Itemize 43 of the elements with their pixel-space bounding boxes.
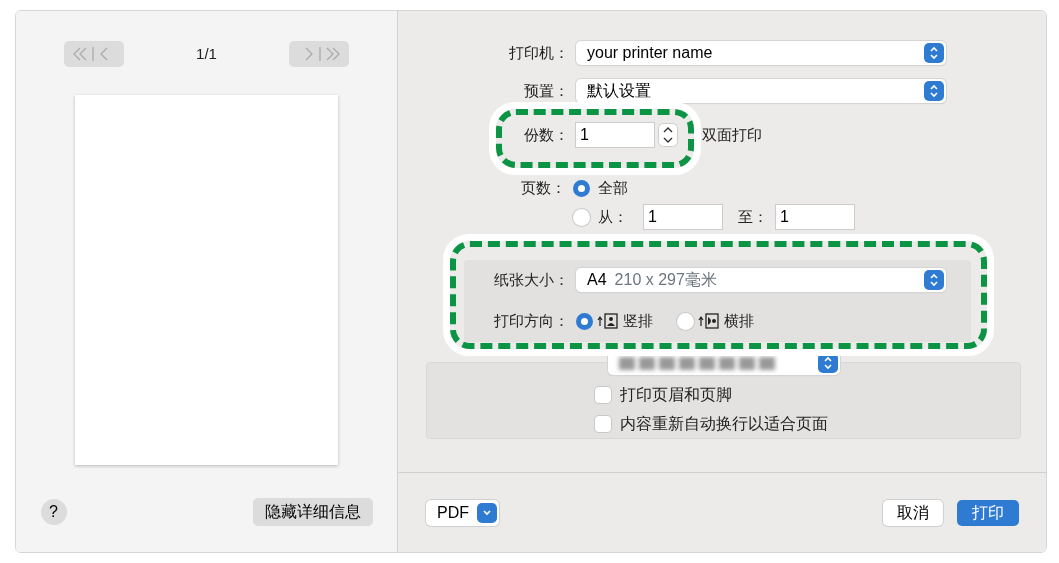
field-label: 至： [738, 206, 768, 227]
paper-dimensions: 210 x 297毫米 [614, 271, 717, 288]
duplex-label: 双面打印 [702, 124, 762, 145]
checkbox[interactable] [595, 415, 611, 432]
field-label: 页数： [521, 177, 566, 198]
print-button[interactable]: 打印 [957, 499, 1019, 526]
checkbox-label: 内容重新自动换行以适合页面 [620, 413, 828, 434]
option-label: 从： [598, 206, 628, 227]
radio-button[interactable] [576, 312, 593, 330]
cancel-button[interactable]: 取消 [883, 499, 943, 526]
paper-size-dropdown[interactable]: A4 210 x 297毫米 [576, 268, 946, 292]
option-label: 横排 [724, 310, 754, 331]
hide-details-button[interactable]: 隐藏详细信息 [252, 498, 373, 526]
field-label: 份数： [524, 124, 569, 145]
next-page-button[interactable] [289, 41, 350, 67]
paper-size: A4 [587, 271, 607, 288]
chevron-icon [924, 270, 944, 290]
help-button[interactable]: ? [40, 499, 67, 525]
checkbox-label: 打印页眉和页脚 [620, 384, 732, 405]
option-label: 竖排 [623, 310, 653, 331]
field-label: 纸张大小： [494, 269, 569, 290]
copies-field[interactable]: 1 [576, 123, 654, 147]
field-label: 打印方向： [494, 310, 569, 331]
previous-page-button[interactable] [63, 41, 124, 67]
radio-button[interactable] [677, 312, 694, 330]
pdf-menu-button[interactable]: PDF [426, 499, 499, 526]
from-field[interactable]: 1 [644, 205, 722, 229]
preset-dropdown[interactable]: 默认设置 [576, 79, 946, 103]
field-label: 预置： [524, 80, 569, 101]
checkbox[interactable] [595, 386, 611, 403]
chevron-icon [477, 502, 497, 523]
option-label: 全部 [598, 177, 628, 198]
chevron-icon [924, 81, 944, 101]
chevron-icon [924, 43, 944, 63]
page-indicator: 1/1 [196, 43, 217, 64]
stepper-icon[interactable] [658, 123, 678, 147]
field-label: 打印机： [509, 42, 569, 63]
radio-button[interactable] [573, 208, 590, 226]
landscape-icon [698, 313, 720, 329]
radio-button[interactable] [573, 179, 590, 197]
portrait-icon [597, 313, 619, 329]
to-field[interactable]: 1 [776, 205, 854, 229]
printer-dropdown[interactable]: your printer name [576, 41, 946, 65]
